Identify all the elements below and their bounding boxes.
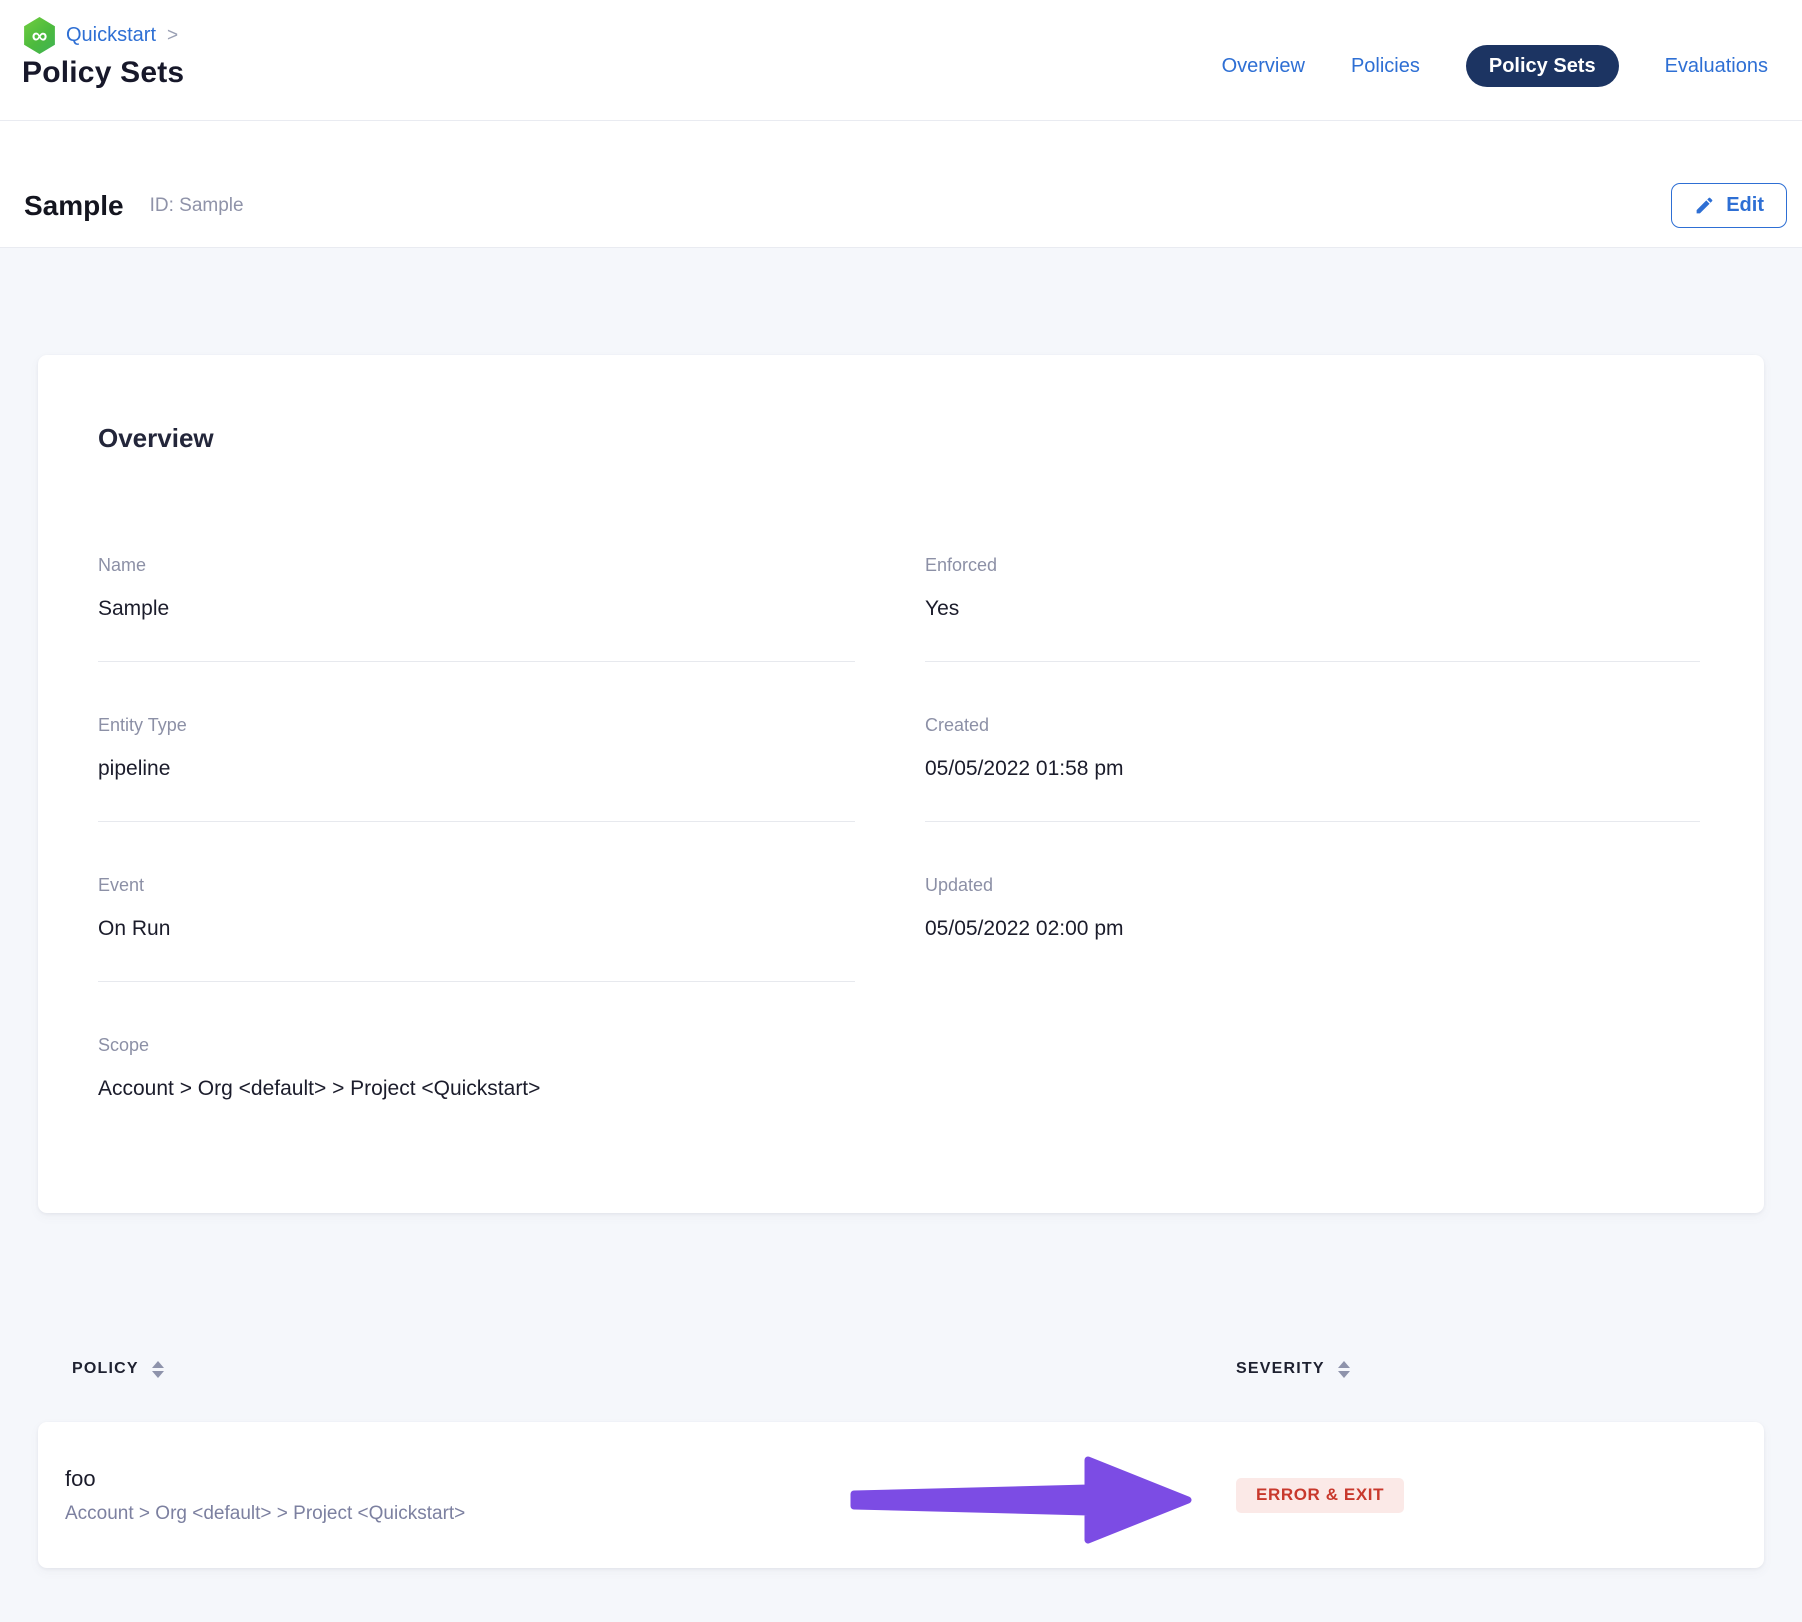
policy-set-id: ID: Sample [150,195,244,217]
sort-arrows-icon[interactable] [1338,1361,1350,1378]
field-label: Enforced [925,555,1700,576]
field-created: Created 05/05/2022 01:58 pm [925,715,1700,822]
field-label: Entity Type [98,715,855,736]
field-value: 05/05/2022 02:00 pm [925,917,1700,941]
tab-policy-sets[interactable]: Policy Sets [1466,45,1619,87]
severity-badge: ERROR & EXIT [1236,1478,1404,1513]
field-updated: Updated 05/05/2022 02:00 pm [925,875,1700,981]
policy-set-title: Sample [24,190,124,222]
module-nav: Overview Policies Policy Sets Evaluation… [1222,45,1768,87]
column-header-severity-label: SEVERITY [1236,1360,1325,1378]
main-content: Overview Name Sample Entity Type pipelin… [0,248,1802,1622]
overview-fields-right: Enforced Yes Created 05/05/2022 01:58 pm… [925,555,1700,1194]
field-label: Scope [98,1035,855,1056]
project-infinity-hexagon-icon: ∞ [22,17,57,54]
tab-evaluations[interactable]: Evaluations [1665,55,1768,78]
overview-fields-left: Name Sample Entity Type pipeline Event O… [98,555,855,1194]
policy-table-row[interactable]: foo Account > Org <default> > Project <Q… [38,1422,1764,1568]
column-header-policy[interactable]: POLICY [72,1360,164,1378]
top-header-bar: ∞ Quickstart > Policy Sets Overview Poli… [0,0,1802,121]
field-label: Name [98,555,855,576]
field-value: 05/05/2022 01:58 pm [925,757,1700,781]
field-entity-type: Entity Type pipeline [98,715,855,822]
page-title: Policy Sets [22,56,184,90]
field-name: Name Sample [98,555,855,662]
column-header-severity[interactable]: SEVERITY [1236,1360,1350,1378]
field-value: Account > Org <default> > Project <Quick… [98,1077,855,1101]
breadcrumb: ∞ Quickstart > [22,17,178,54]
edit-button[interactable]: Edit [1671,183,1787,228]
edit-button-label: Edit [1726,194,1764,217]
field-event: Event On Run [98,875,855,982]
field-label: Created [925,715,1700,736]
field-value: pipeline [98,757,855,781]
field-value: On Run [98,917,855,941]
field-label: Updated [925,875,1700,896]
policy-table-header: POLICY SEVERITY [38,1360,1764,1378]
overview-fields: Name Sample Entity Type pipeline Event O… [98,555,1700,1194]
policy-name: foo [65,1466,1198,1492]
field-label: Event [98,875,855,896]
field-enforced: Enforced Yes [925,555,1700,662]
column-header-policy-label: POLICY [72,1360,139,1378]
overview-card-title: Overview [98,423,214,454]
field-value: Yes [925,597,1700,621]
field-value: Sample [98,597,855,621]
entity-header-bar: Sample ID: Sample Edit [0,121,1802,248]
field-scope: Scope Account > Org <default> > Project … [98,1035,855,1141]
sort-arrows-icon[interactable] [152,1361,164,1378]
overview-card: Overview Name Sample Entity Type pipelin… [38,355,1764,1213]
chevron-right-icon: > [167,25,178,47]
breadcrumb-project-link[interactable]: Quickstart [66,24,156,47]
tab-overview[interactable]: Overview [1222,55,1305,78]
tab-policies[interactable]: Policies [1351,55,1420,78]
policy-scope: Account > Org <default> > Project <Quick… [65,1503,1198,1525]
pencil-icon [1694,195,1715,216]
